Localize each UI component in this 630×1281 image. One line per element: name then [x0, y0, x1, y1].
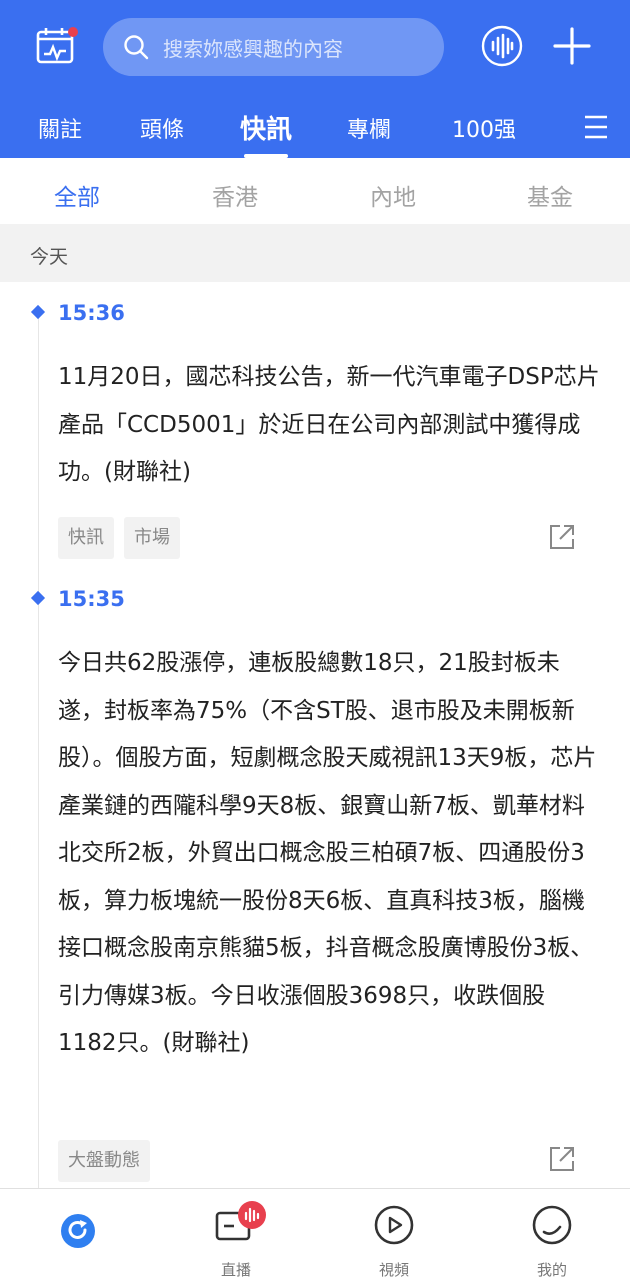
nav-refresh[interactable]	[18, 1189, 138, 1281]
bottom-nav: 直播 視頻 我的	[0, 1188, 630, 1280]
news-content[interactable]: 今日共62股漲停，連板股總數18只，21股封板未遂，封板率為75%（不含ST股、…	[58, 640, 603, 1068]
live-icon	[215, 1201, 266, 1245]
region-filter-tabs: 全部 香港 內地 基金	[0, 158, 630, 224]
tab-flash-news[interactable]: 快訊	[240, 109, 292, 146]
news-tag[interactable]: 快訊	[58, 517, 114, 559]
search-icon	[124, 35, 149, 60]
news-tag[interactable]: 市場	[124, 517, 180, 559]
news-time: 15:36	[58, 301, 125, 325]
subtab-funds[interactable]: 基金	[527, 178, 573, 212]
timeline-dot-icon	[30, 304, 46, 320]
nav-profile[interactable]: 我的	[492, 1189, 612, 1281]
share-icon[interactable]	[547, 1144, 577, 1174]
news-feed[interactable]: 15:36 11月20日，國芯科技公告，新一代汽車電子DSP芯片產品「CCD50…	[0, 282, 630, 1188]
day-label: 今天	[30, 246, 69, 268]
search-bar[interactable]: 搜索妳感興趣的內容	[103, 18, 444, 76]
top-bar: 搜索妳感興趣的內容	[0, 0, 630, 92]
tab-following[interactable]: 關註	[38, 112, 82, 144]
tab-columns[interactable]: 專欄	[347, 112, 391, 144]
subtab-mainland[interactable]: 內地	[370, 178, 416, 212]
tab-top-100[interactable]: 100强	[452, 112, 516, 144]
search-placeholder: 搜索妳感興趣的內容	[163, 36, 343, 61]
subtab-all[interactable]: 全部	[54, 178, 100, 212]
subtab-hong-kong[interactable]: 香港	[212, 178, 258, 212]
news-tag[interactable]: 大盤動態	[58, 1140, 150, 1182]
profile-icon	[532, 1205, 572, 1245]
refresh-icon	[58, 1211, 98, 1251]
calendar-chart-icon[interactable]	[36, 26, 78, 66]
plus-icon[interactable]	[551, 25, 593, 67]
tab-headlines[interactable]: 頭條	[140, 112, 184, 144]
main-nav-tabs: 關註 頭條 快訊 專欄 100强	[0, 100, 630, 158]
nav-live[interactable]: 直播	[176, 1189, 296, 1281]
nav-video[interactable]: 視頻	[334, 1189, 454, 1281]
nav-label-profile: 我的	[536, 1261, 567, 1279]
news-content[interactable]: 11月20日，國芯科技公告，新一代汽車電子DSP芯片產品「CCD5001」於近日…	[58, 354, 603, 497]
app-header: 搜索妳感興趣的內容 關註 頭條 快訊 專欄 100强	[0, 0, 630, 158]
day-separator: 今天	[0, 224, 630, 282]
news-time: 15:35	[58, 587, 125, 611]
nav-label-live: 直播	[220, 1261, 251, 1279]
timeline-line	[38, 312, 39, 1188]
voice-icon[interactable]	[481, 25, 523, 67]
share-icon[interactable]	[547, 522, 577, 552]
video-play-icon	[374, 1205, 414, 1245]
nav-label-video: 視頻	[378, 1261, 409, 1279]
menu-icon[interactable]	[582, 114, 610, 140]
timeline-dot-icon	[30, 590, 46, 606]
